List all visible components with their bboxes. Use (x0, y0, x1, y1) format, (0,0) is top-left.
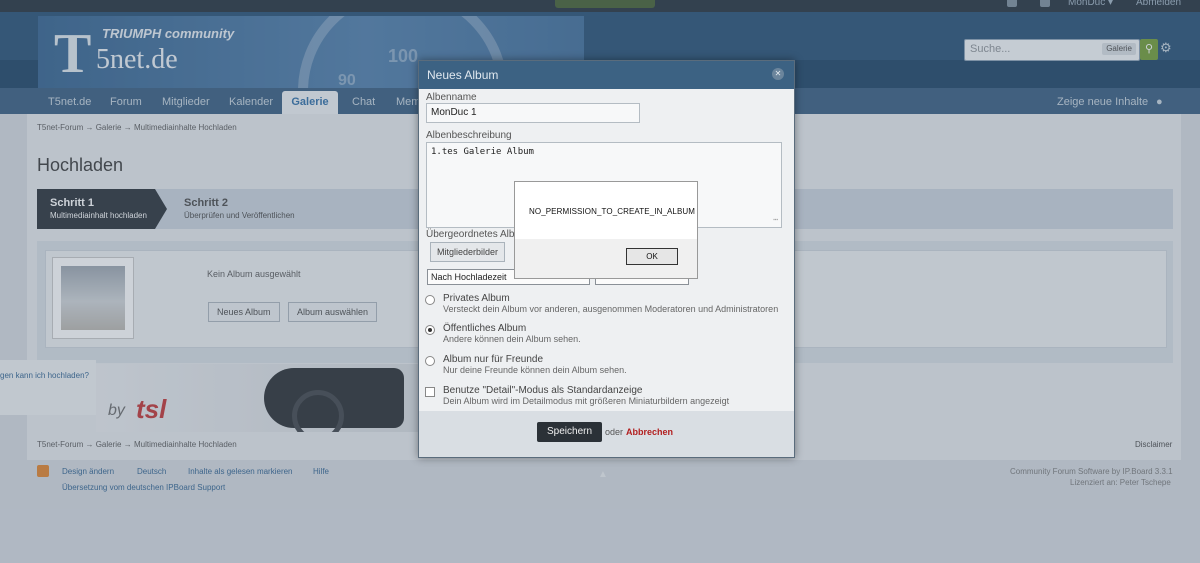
alert-message: NO_PERMISSION_TO_CREATE_IN_ALBUM (529, 207, 696, 216)
option-title: Privates Album (443, 293, 510, 304)
album-desc-label: Albenbeschreibung (426, 130, 512, 141)
parent-album-button[interactable]: Mitgliederbilder (430, 242, 506, 262)
or-text: oder (605, 427, 624, 437)
option-desc: Dein Album wird im Detailmodus mit größe… (443, 396, 730, 406)
option-desc: Andere können dein Album sehen. (443, 334, 581, 344)
radio-public[interactable] (425, 325, 435, 335)
dialog-header: Neues Album ✕ (419, 61, 794, 89)
dialog-title: Neues Album (427, 68, 499, 82)
album-name-field[interactable]: MonDuc 1 (426, 103, 640, 123)
radio-private[interactable] (425, 295, 435, 305)
chevron-up-icon: ▲ (598, 469, 608, 480)
option-title: Album nur für Freunde (443, 354, 544, 365)
close-icon[interactable]: ✕ (772, 68, 784, 80)
option-title: Öffentliches Album (443, 323, 527, 334)
save-button[interactable]: Speichern (537, 422, 603, 442)
alert-button-bar: OK (515, 239, 697, 278)
option-title: Benutze "Detail"-Modus als Standardanzei… (443, 385, 643, 396)
option-desc: Nur deine Freunde können dein Album sehe… (443, 365, 627, 375)
cancel-link[interactable]: Abbrechen (626, 427, 673, 437)
parent-album-label: Übergeordnetes Albu (426, 229, 520, 240)
option-desc: Versteckt dein Album vor anderen, ausgen… (443, 304, 779, 314)
checkbox-detail-mode[interactable] (425, 387, 435, 397)
resize-handle[interactable]: ⋯ (773, 215, 778, 224)
ok-button[interactable]: OK (626, 248, 678, 265)
dialog-footer: Speichern oder Abbrechen (419, 411, 794, 457)
radio-friends[interactable] (425, 356, 435, 366)
album-desc-text: 1.tes Galerie Album (431, 147, 534, 157)
alert-dialog: NO_PERMISSION_TO_CREATE_IN_ALBUM OK (514, 181, 698, 279)
album-name-label: Albenname (426, 92, 477, 103)
